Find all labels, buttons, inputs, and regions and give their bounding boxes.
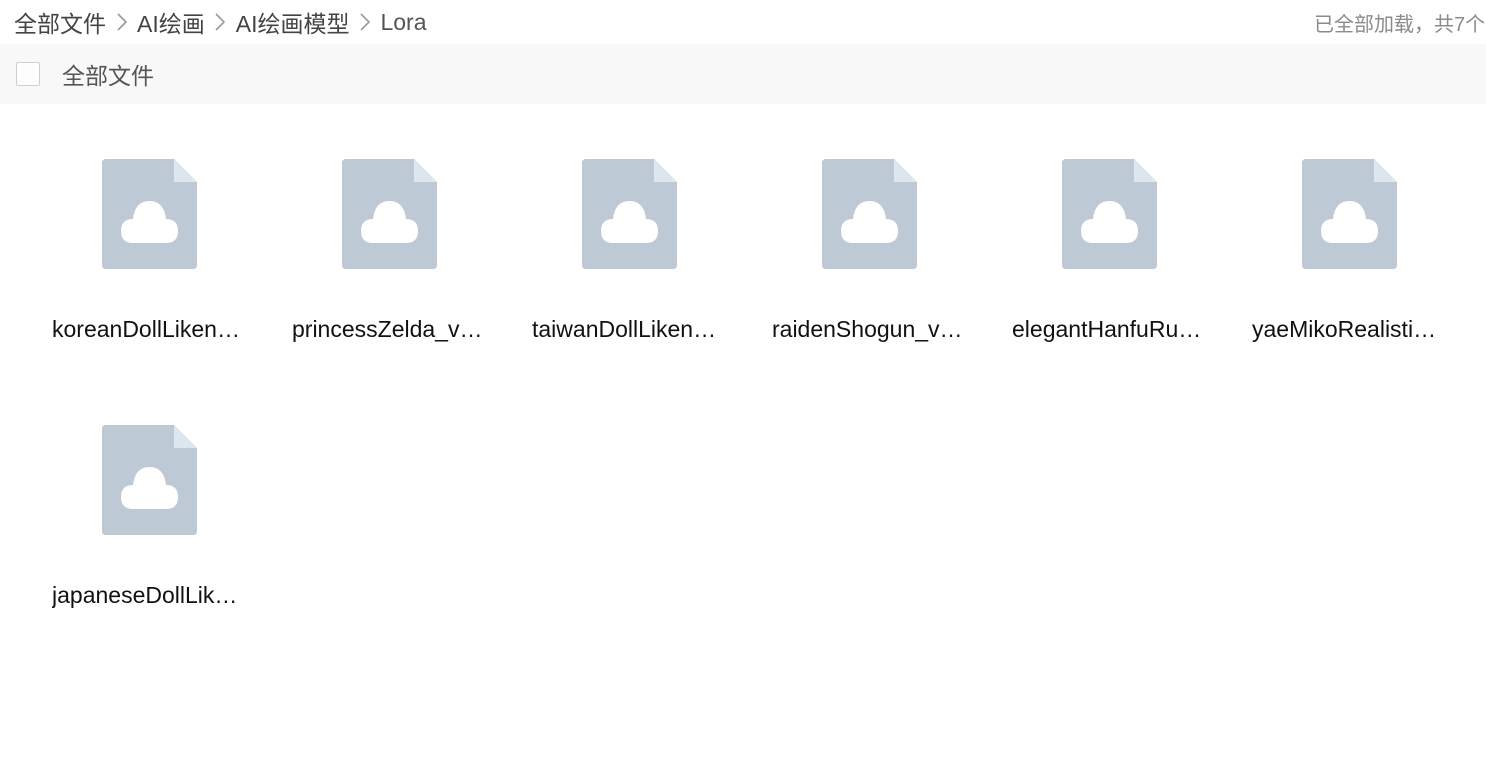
file-grid: koreanDollLikeness_v15 princessZelda_v10… — [30, 104, 1470, 636]
file-item[interactable]: taiwanDollLikeness_v10 — [510, 104, 750, 370]
breadcrumb-item-lora: Lora — [380, 8, 427, 35]
top-bar: 全部文件 AI绘画 AI绘画模型 Lora 已全部加载，共7个 — [0, 0, 1486, 44]
chevron-right-icon — [205, 11, 236, 33]
file-name: raidenShogun_v20 — [772, 316, 964, 342]
file-name: koreanDollLikeness_v15 — [52, 316, 244, 342]
file-name: taiwanDollLikeness_v10 — [532, 316, 724, 342]
file-name: yaeMikoRealistic_v10 — [1252, 316, 1444, 342]
cloud-file-icon — [1062, 159, 1157, 269]
load-status-text: 已全部加载，共7个 — [1314, 13, 1486, 36]
cloud-file-icon — [1302, 159, 1397, 269]
breadcrumb: 全部文件 AI绘画 AI绘画模型 Lora — [0, 5, 427, 39]
select-all-checkbox[interactable] — [16, 62, 40, 86]
file-item[interactable]: elegantHanfuRuqun_v10 — [990, 104, 1230, 370]
cloud-file-icon — [342, 159, 437, 269]
cloud-file-icon — [102, 425, 197, 535]
list-header-label: 全部文件 — [62, 63, 154, 89]
file-name: elegantHanfuRuqun_v10 — [1012, 316, 1204, 342]
file-name: japaneseDollLikeness_v10 — [52, 582, 244, 608]
breadcrumb-item-ai-art-models[interactable]: AI绘画模型 — [236, 5, 350, 39]
list-header: 全部文件 — [0, 44, 1486, 104]
file-item[interactable]: japaneseDollLikeness_v10 — [30, 370, 270, 636]
file-item[interactable]: princessZelda_v10 — [270, 104, 510, 370]
cloud-file-icon — [102, 159, 197, 269]
cloud-file-icon — [822, 159, 917, 269]
file-item[interactable]: koreanDollLikeness_v15 — [30, 104, 270, 370]
breadcrumb-item-all-files[interactable]: 全部文件 — [14, 5, 106, 39]
file-name: princessZelda_v10 — [292, 316, 484, 342]
file-item[interactable]: raidenShogun_v20 — [750, 104, 990, 370]
file-item[interactable]: yaeMikoRealistic_v10 — [1230, 104, 1470, 370]
breadcrumb-item-ai-art[interactable]: AI绘画 — [137, 5, 205, 39]
cloud-file-icon — [582, 159, 677, 269]
chevron-right-icon — [349, 11, 380, 33]
chevron-right-icon — [106, 11, 137, 33]
